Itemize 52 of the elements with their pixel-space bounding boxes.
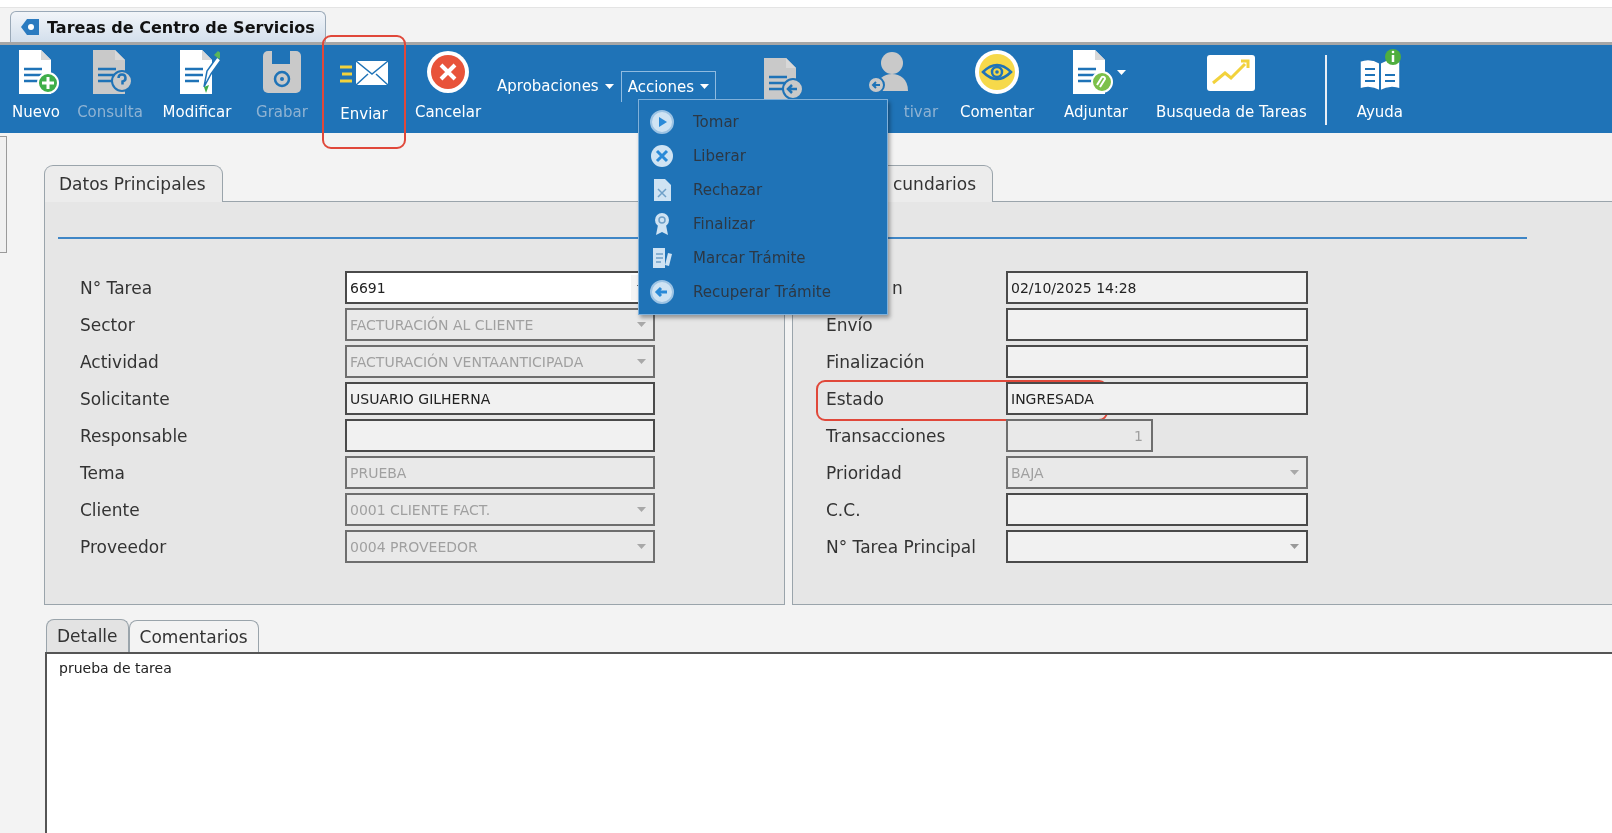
tab[interactable]: Detalle [46, 619, 129, 652]
caret-icon [1116, 69, 1126, 75]
input-field[interactable] [1006, 308, 1308, 341]
caret-icon [1289, 470, 1299, 475]
eye-icon [974, 47, 1021, 97]
dropdown-field[interactable] [1006, 530, 1308, 563]
window-title: Tareas de Centro de Servicios [47, 17, 315, 37]
field-label: Cliente [80, 499, 141, 520]
field-label: N° Tarea Principal [826, 536, 977, 557]
close-icon [649, 143, 675, 169]
toolbar-button[interactable]: Ayuda [1336, 45, 1423, 133]
field-label: Estado [826, 388, 885, 409]
input-field[interactable]: 02/10/2025 14:28 [1006, 271, 1308, 304]
side-panel-handle[interactable] [0, 136, 7, 253]
panel-tab[interactable]: Datos Principales [44, 165, 223, 202]
input-field[interactable]: INGRESADA [1006, 382, 1308, 415]
dropdown-menu-button[interactable]: Aprobaciones [490, 70, 621, 102]
window-tab[interactable]: Tareas de Centro de Servicios [10, 11, 326, 42]
field-label: Tema [80, 462, 126, 483]
field-label: Actividad [80, 351, 160, 372]
caret-icon [636, 507, 646, 512]
field-label: Prioridad [826, 462, 903, 483]
tab[interactable]: Comentarios [128, 620, 259, 652]
caret-icon [700, 84, 710, 89]
field-label: Solicitante [80, 388, 171, 409]
input-field[interactable] [1006, 345, 1308, 378]
toolbar-button[interactable]: Enviar [322, 35, 406, 149]
toolbar-button[interactable]: Comentar [950, 45, 1045, 133]
input-field[interactable]: USUARIO GILHERNA [345, 382, 655, 415]
field-label: Proveedor [80, 536, 168, 557]
caret-icon [636, 544, 646, 549]
caret-icon [604, 83, 614, 89]
caret-icon [636, 322, 646, 327]
field-label: C.C. [826, 499, 862, 520]
field-label: Envío [826, 314, 874, 335]
toolbar-button[interactable]: Adjuntar [1044, 45, 1149, 133]
detail-text-area[interactable]: prueba de tarea [45, 652, 1612, 833]
play-icon [649, 109, 675, 135]
tag-icon [19, 17, 41, 37]
caret-icon [1289, 544, 1299, 549]
field-label: Sector [80, 314, 136, 335]
toolbar-button[interactable]: Busqueda de Tareas [1148, 45, 1315, 133]
input-field[interactable] [345, 419, 655, 452]
field-label: Responsable [80, 425, 189, 446]
caret-icon [636, 359, 646, 364]
input-field[interactable] [1006, 493, 1308, 526]
field-label: Finalización [826, 351, 926, 372]
toolbar-button[interactable]: Nuevo [4, 45, 68, 133]
toolbar-button[interactable]: Cancelar [406, 45, 490, 133]
toolbar-button[interactable]: Modificar [152, 45, 242, 133]
field-label: N° Tarea [80, 277, 154, 298]
field-label: Transacciones [826, 425, 947, 446]
